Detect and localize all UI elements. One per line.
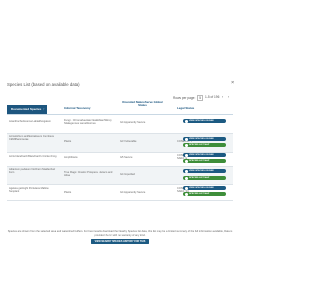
view-species-button[interactable]: VIEW SPECIES ON NSE [183, 186, 226, 191]
info-icon [185, 186, 188, 190]
global-rank: G4 Apparently Secure [120, 121, 146, 124]
column-header-rank[interactable]: Rounded NatureServe Global Status [120, 100, 165, 108]
view-species-button[interactable]: VIEW SPECIES ON NSE [183, 169, 226, 174]
page-range: 1-5 of 196 [205, 95, 220, 99]
species-map-button[interactable]: SPECIES LIST MAP [183, 192, 226, 197]
view-nearby-species-button[interactable]: VIEW NEARBY SPECIES HISTORY FOR THIS ARE… [91, 239, 149, 248]
rows-per-page: Rows per page: 5 [173, 95, 203, 101]
prev-page-icon[interactable]: ‹ [222, 95, 223, 99]
view-species-button[interactable]: VIEW SPECIES ON NSE [183, 153, 226, 158]
taxonomy: Amphibians [64, 156, 78, 159]
footnote: Species are shown from the selected area… [7, 230, 233, 237]
taxonomy: Plants [64, 140, 72, 143]
species-list-modal: Species List (based on available data) ×… [0, 0, 240, 300]
sort-arrow-icon: ↑ [43, 107, 45, 111]
info-icon [185, 169, 188, 173]
modal-title: Species List (based on available data) [7, 82, 80, 87]
global-rank: G4 Apparently Secure [120, 191, 146, 194]
map-icon [185, 192, 188, 196]
info-icon [185, 119, 188, 123]
info-icon [185, 153, 188, 157]
species-map-button[interactable]: SPECIES LIST MAP [183, 143, 226, 148]
species-map-button[interactable]: SPECIES LIST MAP [183, 159, 226, 164]
column-header-species[interactable]: Documented Species ↑ [7, 105, 47, 114]
close-icon[interactable]: × [231, 80, 234, 87]
rows-per-page-select[interactable]: 5 [197, 95, 203, 101]
column-header-species-label: Documented Species [11, 107, 42, 111]
column-header-legal[interactable]: Legal Status [177, 106, 217, 110]
map-icon [185, 176, 188, 180]
info-icon [185, 137, 188, 141]
species-map-button[interactable]: SPECIES LIST MAP [183, 176, 226, 181]
global-rank: G5 Secure [120, 156, 133, 159]
taxonomy: True Flags: Cineloc Prospera. Jansco and… [64, 171, 113, 178]
view-species-button[interactable]: VIEW SPECIES ON NSE [183, 119, 226, 124]
species-name: Acanthocheilonema Labiatifungatum [9, 120, 51, 123]
taxonomy: Plants [64, 191, 72, 194]
column-header-taxonomy[interactable]: Informal Taxonomy [64, 106, 114, 110]
map-icon [185, 143, 188, 147]
species-name: Ageleia gettinghi Portulaca Mallow Sunpl… [9, 187, 49, 194]
global-rank: G4 Imperiled [120, 173, 135, 176]
rows-per-page-label: Rows per page: [173, 96, 196, 100]
global-rank: G3 Vulnerable [120, 140, 137, 143]
species-name: Acrostichum antiflexiraloeum Cumheos Ckb… [9, 135, 54, 142]
view-species-button[interactable]: VIEW SPECIES ON NSE [183, 137, 226, 142]
map-icon [185, 159, 188, 163]
species-name: Acris blanchardi Blanchard's Cricket Fro… [9, 155, 57, 158]
next-page-icon[interactable]: › [228, 95, 229, 99]
species-name: Adiantum pedatum Northern Maidenhair Fer… [9, 168, 56, 175]
taxonomy: Fungi · Chromalveolate Neallobian/Wincy … [64, 119, 112, 126]
